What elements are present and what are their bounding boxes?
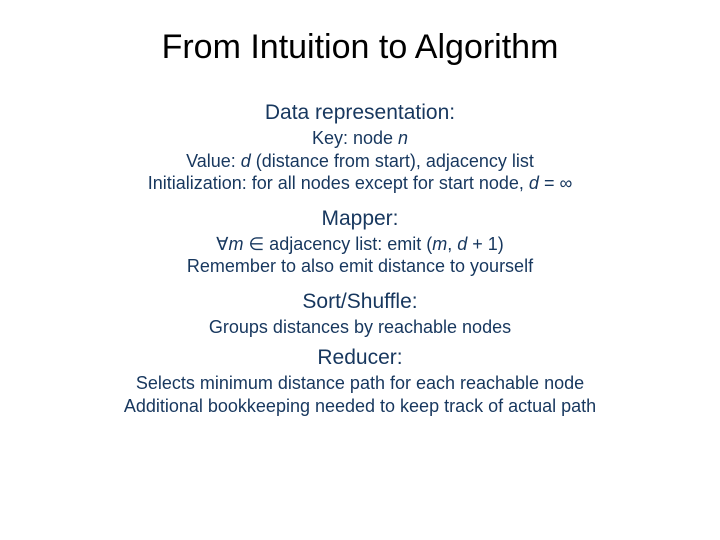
- data-init-line: Initialization: for all nodes except for…: [0, 172, 720, 195]
- var-d: d: [241, 151, 251, 171]
- mapper-line1: ∀m ∈ adjacency list: emit (m, d + 1): [0, 233, 720, 256]
- text: ∈ adjacency list: emit (: [244, 234, 433, 254]
- text: ,: [447, 234, 457, 254]
- data-key-line: Key: node n: [0, 127, 720, 150]
- mapper-line2: Remember to also emit distance to yourse…: [0, 255, 720, 278]
- data-value-line: Value: d (distance from start), adjacenc…: [0, 150, 720, 173]
- var-m: m: [432, 234, 447, 254]
- forall-symbol: ∀: [216, 234, 228, 254]
- var-n: n: [398, 128, 408, 148]
- text: =: [539, 173, 560, 193]
- var-d: d: [457, 234, 467, 254]
- text: Key: node: [312, 128, 398, 148]
- section-heading-data: Data representation:: [0, 101, 720, 125]
- text: Value:: [186, 151, 241, 171]
- infinity-symbol: ∞: [559, 173, 572, 193]
- section-heading-sort: Sort/Shuffle:: [0, 290, 720, 314]
- section-heading-mapper: Mapper:: [0, 207, 720, 231]
- sort-line1: Groups distances by reachable nodes: [0, 316, 720, 339]
- slide: From Intuition to Algorithm Data represe…: [0, 0, 720, 540]
- text: + 1): [467, 234, 504, 254]
- reducer-line2: Additional bookkeeping needed to keep tr…: [0, 395, 720, 418]
- slide-title: From Intuition to Algorithm: [0, 28, 720, 67]
- text: (distance from start), adjacency list: [251, 151, 534, 171]
- section-heading-reducer: Reducer:: [0, 346, 720, 370]
- reducer-line1: Selects minimum distance path for each r…: [0, 372, 720, 395]
- var-d: d: [529, 173, 539, 193]
- text: Initialization: for all nodes except for…: [148, 173, 529, 193]
- var-m: m: [229, 234, 244, 254]
